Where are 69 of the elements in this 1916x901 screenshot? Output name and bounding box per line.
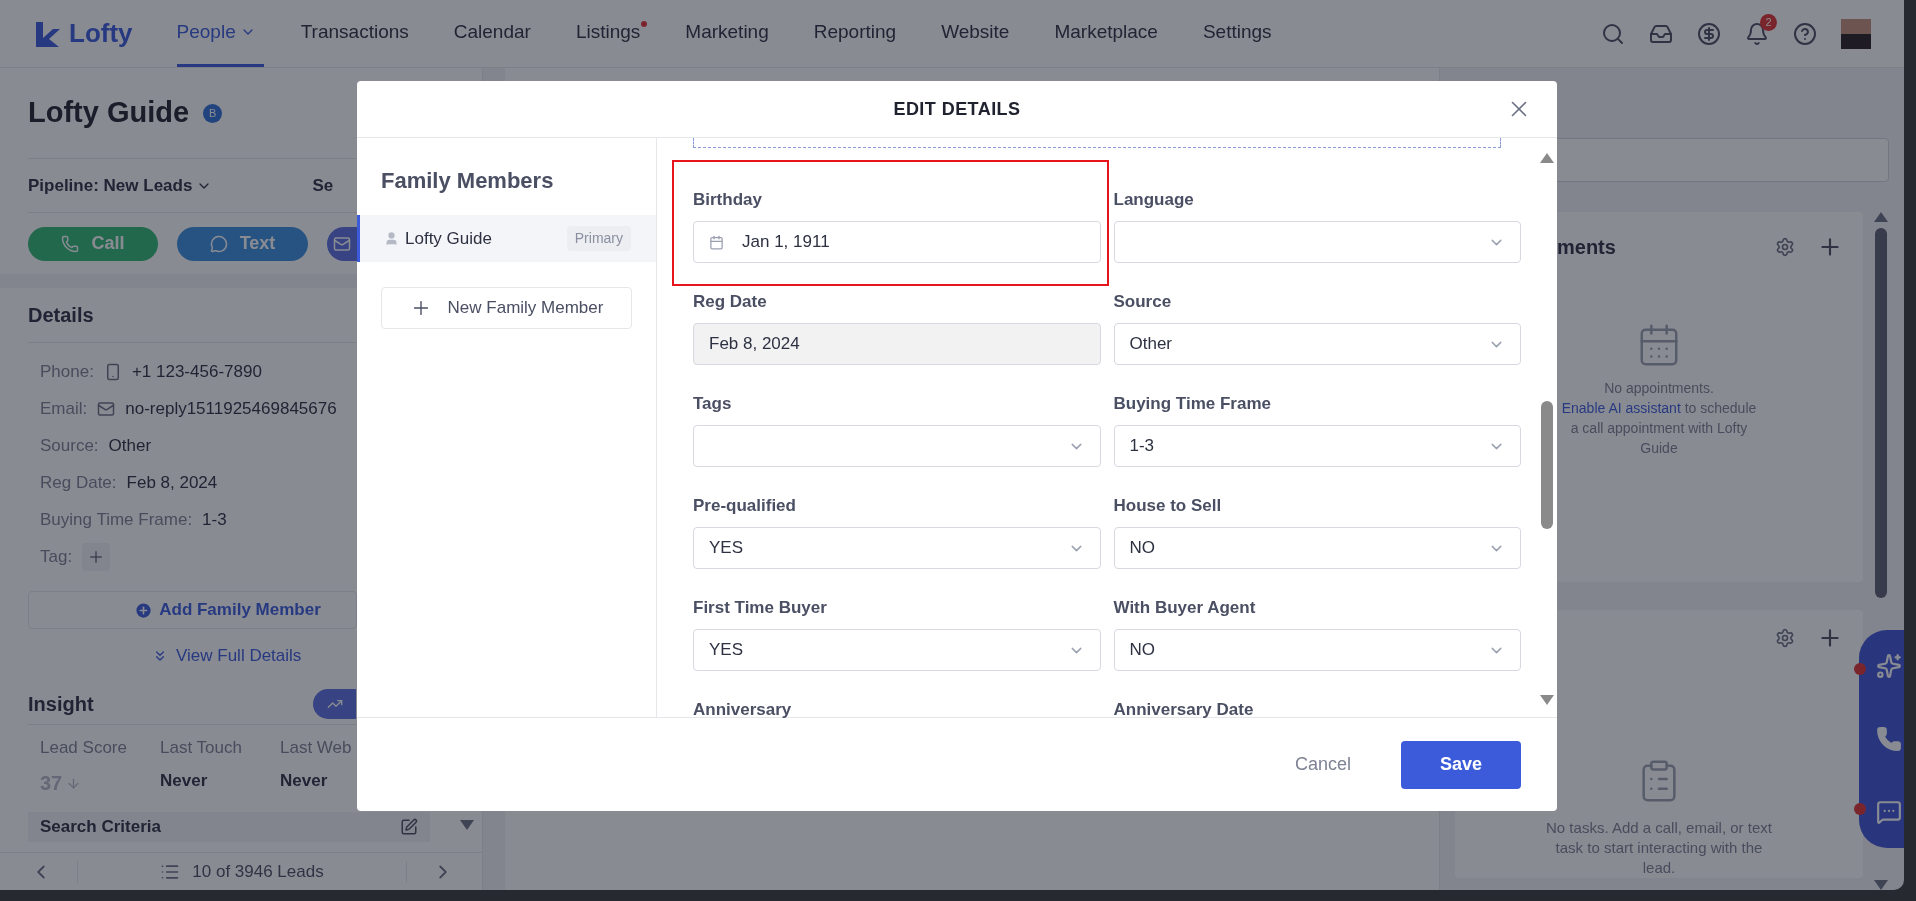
nav-tab[interactable]: Calendar	[453, 0, 539, 67]
stat-label: Last Touch	[160, 736, 243, 759]
section-title: Details	[28, 303, 94, 328]
field-label: Anniversary Date	[1113, 699, 1255, 717]
select-field[interactable]: YES	[693, 629, 1101, 671]
enable-ai-link[interactable]: Enable AI assistant	[1561, 400, 1681, 416]
segment-label[interactable]: Se	[312, 172, 334, 199]
read-only-field: Feb 8, 2024	[693, 323, 1101, 365]
notification-count: 2	[1760, 13, 1777, 31]
detail-label: Reg Date:	[40, 471, 117, 494]
lead-badge: B	[203, 103, 223, 123]
text-button[interactable]: Text	[177, 226, 308, 261]
new-family-member-button[interactable]: New Family Member	[381, 287, 632, 329]
member-name: Lofty Guide	[405, 227, 492, 250]
card-title: ments	[1557, 235, 1616, 260]
select-field[interactable]: NO	[1113, 527, 1521, 569]
detail-label: Email:	[40, 397, 88, 420]
field-label: First Time Buyer	[693, 597, 828, 615]
detail-label: Phone:	[40, 360, 94, 383]
field-label: Language	[1113, 189, 1195, 207]
field-label: Tags	[693, 393, 733, 411]
family-members-title: Family Members	[381, 167, 555, 195]
nav-tab[interactable]: Website	[941, 0, 1018, 67]
pipeline-dropdown[interactable]: Pipeline: New Leads	[28, 172, 213, 199]
field-label: Reg Date	[693, 291, 768, 309]
stat-value: Never	[280, 770, 328, 792]
nav-tab[interactable]: Marketing	[685, 0, 777, 67]
pager-text: 10 of 3946 Leads	[192, 860, 324, 883]
nav-tab[interactable]: Marketplace	[1054, 0, 1166, 67]
primary-tag: Primary	[566, 226, 631, 251]
detail-value: no-reply1511925469845676	[125, 397, 337, 420]
stat-label: Lead Score	[40, 736, 128, 759]
field-label: Birthday	[693, 189, 763, 207]
nav-tab[interactable]: Transactions	[300, 0, 417, 67]
field-label: Source	[1113, 291, 1173, 309]
lead-name: Lofty Guide	[28, 95, 190, 131]
select-field[interactable]: Other	[1113, 323, 1521, 365]
select-field[interactable]: YES	[693, 527, 1101, 569]
nav-tab[interactable]: Listings	[575, 0, 649, 67]
detail-label: Source:	[40, 434, 99, 457]
nav-tab[interactable]: Settings	[1202, 0, 1280, 67]
detail-value: Feb 8, 2024	[126, 471, 218, 494]
empty-message: No appointments. Enable AI assistant to schedule a call appointment with Lofty Guide	[1560, 379, 1758, 458]
field-label: Anniversary	[693, 699, 793, 717]
dialog-title: EDIT DETAILS	[893, 97, 1021, 121]
detail-label: Tag:	[40, 545, 73, 568]
cancel-button[interactable]: Cancel	[1294, 751, 1351, 778]
save-button[interactable]: Save	[1401, 740, 1521, 789]
field-label: House to Sell	[1113, 495, 1223, 513]
field-label: With Buyer Agent	[1113, 597, 1257, 615]
detail-value: Other	[108, 434, 152, 457]
brand-name[interactable]: Lofty	[69, 14, 133, 53]
section-title: Insight	[28, 692, 94, 717]
detail-label: Buying Time Frame:	[40, 508, 193, 531]
select-field[interactable]: 1-3	[1113, 425, 1521, 467]
detail-value: +1 123-456-7890	[131, 360, 262, 383]
field-label: Pre-qualified	[693, 495, 797, 513]
field-label: Buying Time Frame	[1113, 393, 1272, 411]
select-field[interactable]: NO	[1113, 629, 1521, 671]
view-full-details-link[interactable]: View Full Details	[152, 643, 302, 669]
stat-label: Last Web	[280, 736, 353, 759]
nav-tab[interactable]: Reporting	[813, 0, 905, 67]
empty-message: No tasks. Add a call, email, or text task to start interacting with the lead.	[1545, 818, 1773, 878]
date-field[interactable]: Jan 1, 1911	[693, 221, 1101, 263]
search-criteria-title: Search Criteria	[40, 816, 161, 839]
add-family-member-button[interactable]: Add Family Member	[28, 591, 357, 629]
family-member-item[interactable]: Lofty Guide Primary	[357, 215, 656, 262]
detail-value: 1-3	[202, 508, 227, 531]
stat-value: Never	[160, 770, 208, 792]
